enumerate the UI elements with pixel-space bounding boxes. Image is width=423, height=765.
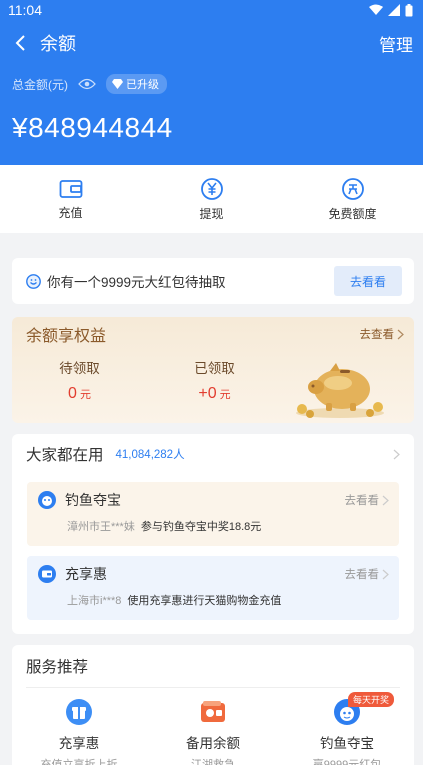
total-amount-value: ¥848944844 xyxy=(12,112,173,143)
nav-bar: 余额 管理 xyxy=(0,20,423,66)
pending-value-row: 0元 xyxy=(12,385,147,403)
pending-value: 0 xyxy=(68,385,77,402)
free-quota-button[interactable]: 免费额度 xyxy=(282,165,423,233)
popular-item-recharge-benefit[interactable]: 充享惠 去看看 上海市i***8 使用充享惠进行天猫购物金充值 xyxy=(27,556,399,620)
popular-item-header: 钓鱼夺宝 去看看 xyxy=(37,482,389,518)
popular-item-go-label: 去看看 xyxy=(344,495,380,507)
popular-item-activity: 漳州市王***妹 参与钓鱼夺宝中奖18.8元 xyxy=(67,518,389,534)
popular-item-activity: 上海市i***8 使用充享惠进行天猫购物金充值 xyxy=(67,592,389,608)
recharge-label: 充值 xyxy=(58,205,83,220)
chevron-right-icon xyxy=(382,495,389,505)
fish-treasure-icon xyxy=(38,491,56,509)
pending-unit: 元 xyxy=(79,389,91,401)
chevron-right-icon xyxy=(393,449,400,459)
services-row: 充享惠 充值立享折上折 备用余额 江湖救急 每天开奖 钓鱼夺宝 赢9999元红包 xyxy=(12,688,414,765)
backup-wallet-icon xyxy=(201,701,225,722)
service-subtitle: 江湖救急 xyxy=(191,759,235,765)
popular-title: 大家都在用 xyxy=(26,447,104,464)
signal-icon xyxy=(388,4,400,16)
service-recharge-benefit[interactable]: 充享惠 充值立享折上折 xyxy=(12,698,146,765)
wallet-icon xyxy=(59,179,82,198)
popular-section: 大家都在用 41,084,282人 钓鱼夺宝 去看看 漳州市王***妹 参与钓鱼… xyxy=(12,434,414,634)
action-bar: 充值 提现 免费额度 xyxy=(0,165,423,233)
free-quota-label: 免费额度 xyxy=(328,206,377,221)
service-backup-balance[interactable]: 备用余额 江湖救急 xyxy=(146,698,280,765)
diamond-icon xyxy=(112,79,123,89)
battery-icon xyxy=(405,3,413,16)
red-packet-promo: 你有一个9999元大红包待抽取 去看看 xyxy=(12,258,414,304)
popular-user-count: 41,084,282人 xyxy=(115,449,185,461)
popular-item-go-label: 去看看 xyxy=(344,569,380,581)
balance-header: 余额 管理 总金额(元) 已升级 ¥848944844 xyxy=(0,20,423,165)
status-time: 11:04 xyxy=(8,2,42,18)
pending-label: 待领取 xyxy=(59,361,100,376)
rights-header: 余额享权益 去查看 xyxy=(12,317,414,351)
chevron-right-icon xyxy=(382,569,389,579)
recharge-card-icon xyxy=(38,565,56,583)
claimed-stat: 已领取 +0 元 xyxy=(147,357,282,403)
balance-rights-card[interactable]: 余额享权益 去查看 待领取 0元 已领取 +0 元 xyxy=(12,317,414,423)
claimed-label: 已领取 xyxy=(194,361,235,376)
yen-withdraw-icon xyxy=(200,177,223,200)
popular-item-desc: 使用充享惠进行天猫购物金充值 xyxy=(127,595,282,607)
popular-item-go-link[interactable]: 去看看 xyxy=(345,492,390,508)
status-icons xyxy=(369,3,413,17)
service-name: 充享惠 xyxy=(58,736,100,751)
wifi-icon xyxy=(369,4,383,15)
upgrade-badge-label: 已升级 xyxy=(126,79,159,91)
rights-more-link[interactable]: 去查看 xyxy=(360,326,405,342)
service-fishing-treasure[interactable]: 每天开奖 钓鱼夺宝 赢9999元红包 xyxy=(280,692,414,765)
withdraw-label: 提现 xyxy=(199,206,224,221)
service-subtitle: 充值立享折上折 xyxy=(40,759,118,765)
chevron-left-icon xyxy=(15,35,25,51)
daily-draw-badge: 每天开奖 xyxy=(348,692,395,707)
manage-button[interactable]: 管理 xyxy=(379,31,413,56)
total-amount-label: 总金额(元) xyxy=(12,77,68,92)
withdraw-button[interactable]: 提现 xyxy=(141,165,282,233)
claimed-unit: 元 xyxy=(219,389,231,401)
smile-badge-icon xyxy=(26,273,41,289)
back-button[interactable] xyxy=(10,32,30,54)
popular-item-user: 漳州市王***妹 xyxy=(67,521,135,533)
service-name: 钓鱼夺宝 xyxy=(320,736,374,751)
popular-header[interactable]: 大家都在用 41,084,282人 xyxy=(12,434,414,474)
rights-stats: 待领取 0元 已领取 +0 元 xyxy=(12,357,282,403)
rights-title: 余额享权益 xyxy=(26,328,107,345)
piggy-bank-icon xyxy=(296,363,384,418)
service-subtitle: 赢9999元红包 xyxy=(312,759,382,765)
popular-item-go-link[interactable]: 去看看 xyxy=(345,566,390,582)
gift-icon xyxy=(66,699,92,725)
promo-view-button[interactable]: 去看看 xyxy=(334,266,402,296)
status-bar: 11:04 xyxy=(0,0,423,20)
recharge-button[interactable]: 充值 xyxy=(0,165,141,233)
claimed-value-row: +0 元 xyxy=(147,385,282,403)
rights-more-label: 去查看 xyxy=(359,329,395,341)
popular-item-fishing-treasure[interactable]: 钓鱼夺宝 去看看 漳州市王***妹 参与钓鱼夺宝中奖18.8元 xyxy=(27,482,399,546)
popular-item-user: 上海市i***8 xyxy=(67,595,122,607)
popular-item-name: 充享惠 xyxy=(65,566,107,582)
popular-item-name: 钓鱼夺宝 xyxy=(65,492,121,508)
services-title: 服务推荐 xyxy=(26,659,89,676)
service-name: 备用余额 xyxy=(186,736,240,751)
upgrade-badge[interactable]: 已升级 xyxy=(106,74,167,94)
promo-text: 你有一个9999元大红包待抽取 xyxy=(47,275,226,290)
chevron-right-icon xyxy=(397,329,404,339)
eye-icon[interactable] xyxy=(78,78,96,90)
total-row: 总金额(元) 已升级 xyxy=(0,74,423,94)
services-section: 服务推荐 充享惠 充值立享折上折 备用余额 江湖救急 每天开奖 钓鱼夺宝 赢99… xyxy=(12,645,414,765)
popular-item-desc: 参与钓鱼夺宝中奖18.8元 xyxy=(140,521,262,533)
popular-item-header: 充享惠 去看看 xyxy=(37,556,389,592)
page-title: 余额 xyxy=(40,34,76,54)
claimed-value: +0 xyxy=(198,385,217,402)
free-quota-icon xyxy=(341,177,364,200)
pending-stat: 待领取 0元 xyxy=(12,357,147,403)
